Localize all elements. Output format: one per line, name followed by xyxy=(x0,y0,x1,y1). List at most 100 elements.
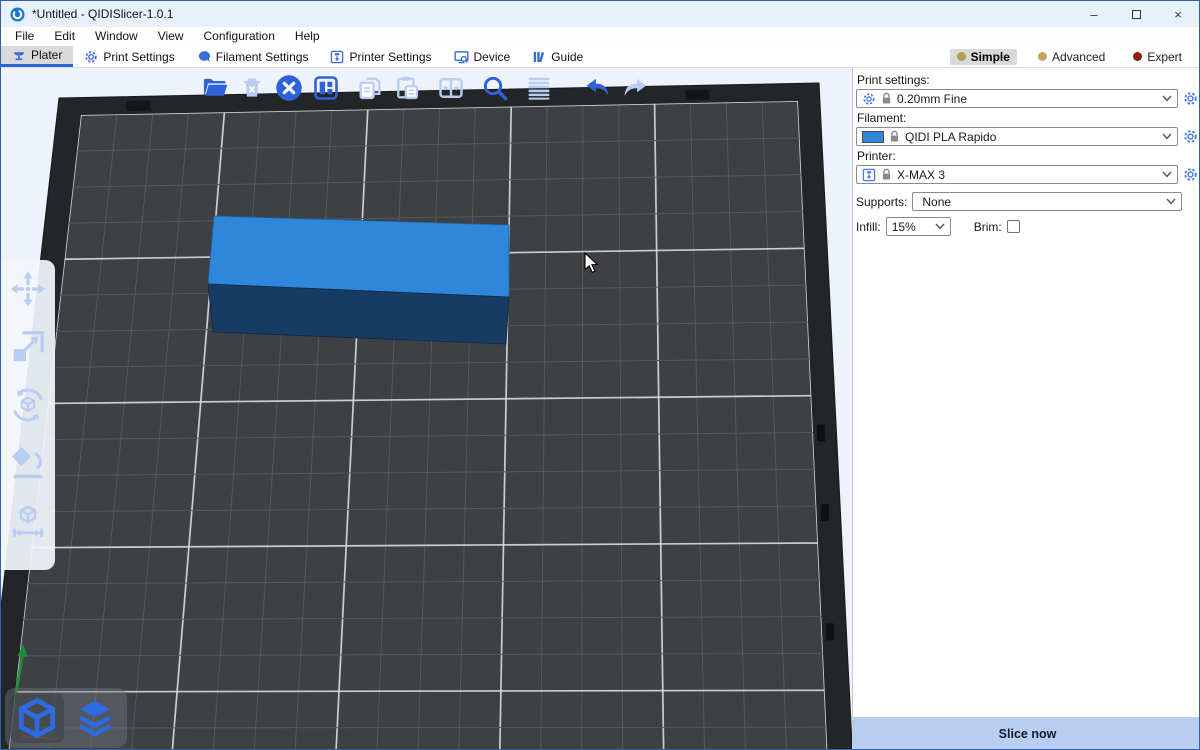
maximize-button[interactable] xyxy=(1115,1,1157,27)
search-icon xyxy=(481,74,509,102)
printer-select[interactable]: X-MAX 3 xyxy=(856,165,1178,184)
undo-button[interactable] xyxy=(581,71,615,105)
folder-open-icon xyxy=(201,74,229,102)
tab-device[interactable]: Device xyxy=(443,46,522,67)
delete-all-icon xyxy=(274,73,304,103)
slice-now-button[interactable]: Slice now xyxy=(853,717,1200,750)
filament-select[interactable]: QIDI PLA Rapido xyxy=(856,127,1178,146)
scale-icon xyxy=(9,328,47,366)
mode-label: Simple xyxy=(971,50,1010,64)
3d-view-button[interactable] xyxy=(10,693,64,743)
measure-tool-button[interactable] xyxy=(7,500,49,542)
advanced-dot-icon xyxy=(1038,52,1047,61)
menu-edit[interactable]: Edit xyxy=(44,27,85,46)
brim-checkbox[interactable] xyxy=(1007,220,1020,233)
gear-icon xyxy=(84,50,98,64)
menu-configuration[interactable]: Configuration xyxy=(194,27,285,46)
chevron-down-icon xyxy=(1162,133,1172,140)
mode-expert[interactable]: Expert xyxy=(1126,49,1189,65)
delete-all-button[interactable] xyxy=(272,71,306,105)
move-tool-button[interactable] xyxy=(7,268,49,310)
app-window: *Untitled - QIDISlicer-1.0.1 – × File Ed… xyxy=(0,0,1200,750)
3d-editor-icon xyxy=(15,696,59,740)
place-on-face-icon xyxy=(9,444,47,482)
split-button[interactable] xyxy=(434,71,468,105)
chevron-down-icon xyxy=(935,223,945,230)
plater-icon xyxy=(12,48,26,62)
infill-label: Infill: xyxy=(856,220,881,234)
redo-icon xyxy=(620,73,650,103)
filament-edit-button[interactable] xyxy=(1182,129,1198,145)
infill-select[interactable]: 15% xyxy=(886,217,951,236)
printer-icon xyxy=(862,168,876,182)
supports-select[interactable]: None xyxy=(912,192,1182,211)
title-bar: *Untitled - QIDISlicer-1.0.1 – × xyxy=(1,1,1199,27)
tab-plater[interactable]: Plater xyxy=(1,46,73,67)
scale-tool-button[interactable] xyxy=(7,326,49,368)
guide-books-icon xyxy=(532,50,546,64)
rotate-icon xyxy=(9,386,47,424)
variable-layer-height-button[interactable] xyxy=(522,71,556,105)
supports-label: Supports: xyxy=(856,195,907,209)
print-settings-value: 0.20mm Fine xyxy=(897,92,1157,106)
copy-icon xyxy=(356,74,384,102)
plater-toolbar xyxy=(198,71,655,105)
settings-sidebar: Print settings: 0.20mm Fine xyxy=(852,68,1200,750)
printer-label: Printer: xyxy=(857,149,1198,163)
move-icon xyxy=(9,270,47,308)
infill-value: 15% xyxy=(892,220,930,234)
tab-filament-settings[interactable]: Filament Settings xyxy=(186,46,320,67)
expert-dot-icon xyxy=(1133,52,1142,61)
mouse-cursor xyxy=(584,252,600,274)
arrange-button[interactable] xyxy=(309,71,343,105)
tab-bar: Plater Print Settings Filament Settings … xyxy=(1,46,1199,68)
tab-print-settings[interactable]: Print Settings xyxy=(73,46,185,67)
lock-icon xyxy=(881,168,892,181)
simple-dot-icon xyxy=(957,52,966,61)
copy-button[interactable] xyxy=(353,71,387,105)
supports-value: None xyxy=(918,195,1161,209)
delete-button[interactable] xyxy=(235,71,269,105)
tab-guide[interactable]: Guide xyxy=(521,46,594,67)
paste-button[interactable] xyxy=(390,71,424,105)
lock-icon xyxy=(889,130,900,143)
menu-bar: File Edit Window View Configuration Help xyxy=(1,27,1199,46)
chevron-down-icon xyxy=(1162,171,1172,178)
redo-button[interactable] xyxy=(618,71,652,105)
print-settings-select[interactable]: 0.20mm Fine xyxy=(856,89,1178,108)
3d-viewport[interactable] xyxy=(1,68,852,750)
chevron-down-icon xyxy=(1166,198,1176,205)
undo-icon xyxy=(583,73,613,103)
app-logo-icon xyxy=(10,7,25,22)
rotate-tool-button[interactable] xyxy=(7,384,49,426)
close-button[interactable]: × xyxy=(1157,1,1199,27)
mode-advanced[interactable]: Advanced xyxy=(1031,49,1112,65)
mode-simple[interactable]: Simple xyxy=(950,49,1017,65)
split-icon xyxy=(437,74,465,102)
printer-edit-button[interactable] xyxy=(1182,167,1198,183)
place-on-face-tool-button[interactable] xyxy=(7,442,49,484)
minimize-button[interactable]: – xyxy=(1073,1,1115,27)
print-settings-edit-button[interactable] xyxy=(1182,91,1198,107)
filament-label: Filament: xyxy=(857,111,1198,125)
filament-color-swatch xyxy=(862,131,884,143)
gear-icon xyxy=(862,92,876,106)
search-button[interactable] xyxy=(478,71,512,105)
open-file-button[interactable] xyxy=(198,71,232,105)
menu-window[interactable]: Window xyxy=(85,27,148,46)
lock-icon xyxy=(881,92,892,105)
device-icon xyxy=(454,50,469,64)
filament-icon xyxy=(197,50,211,64)
tab-label: Filament Settings xyxy=(216,50,309,64)
preview-layers-button[interactable] xyxy=(68,693,122,743)
menu-file[interactable]: File xyxy=(5,27,44,46)
trash-delete-icon xyxy=(239,75,265,101)
mode-label: Expert xyxy=(1147,50,1182,64)
menu-view[interactable]: View xyxy=(148,27,194,46)
menu-help[interactable]: Help xyxy=(285,27,330,46)
measure-icon xyxy=(9,502,47,540)
tab-printer-settings[interactable]: Printer Settings xyxy=(319,46,442,67)
tab-label: Plater xyxy=(31,48,62,62)
paste-icon xyxy=(393,74,421,102)
tab-label: Guide xyxy=(551,50,583,64)
